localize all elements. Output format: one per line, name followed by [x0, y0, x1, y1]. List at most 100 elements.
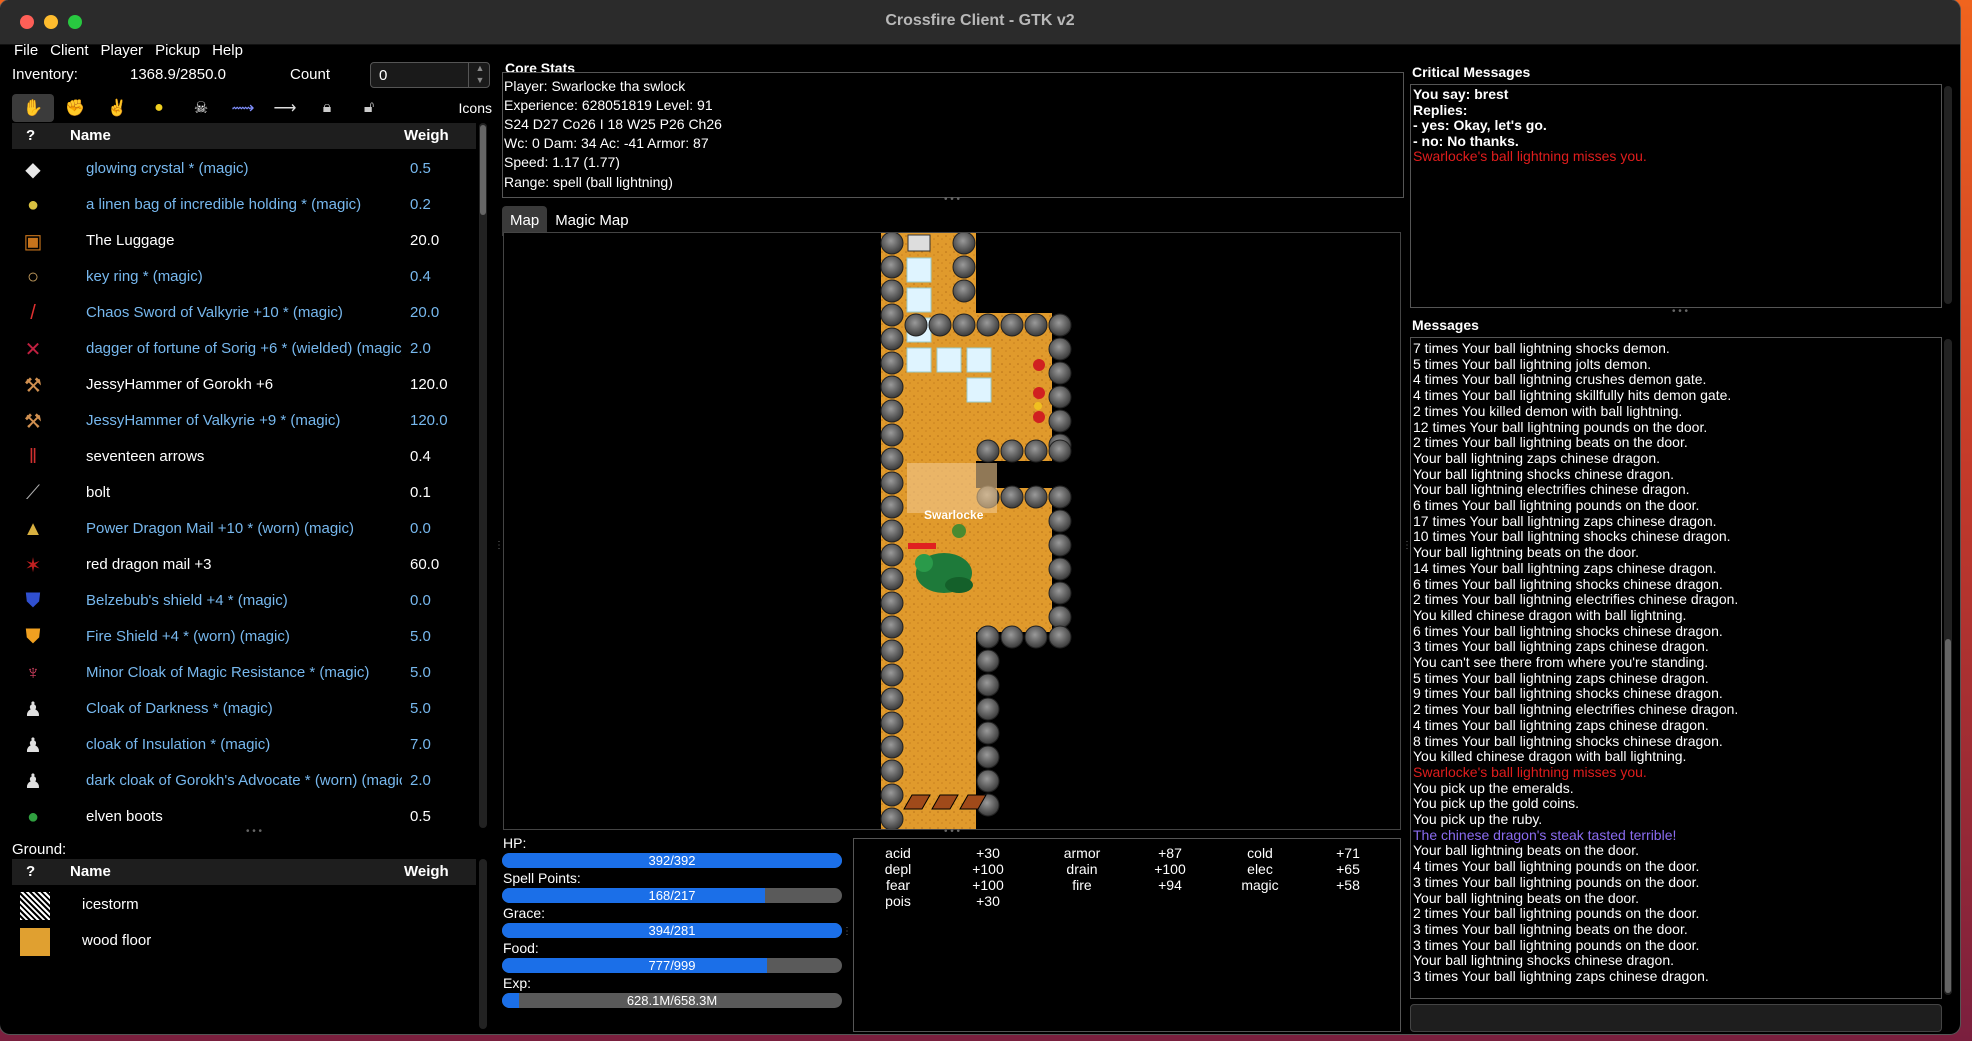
resistance-name: drain: [1066, 861, 1098, 877]
message-line: 2 times Your ball lightning electrifies …: [1413, 591, 1739, 608]
column-weight[interactable]: Weigh: [404, 123, 449, 149]
magical-icon[interactable]: ⟿: [222, 94, 264, 122]
resistance-value: +100: [1154, 861, 1186, 877]
icons-label: Icons: [458, 100, 492, 116]
ground-row[interactable]: wood floor: [12, 923, 476, 959]
column-name[interactable]: Name: [70, 123, 111, 149]
menu-player[interactable]: Player: [95, 40, 150, 62]
inventory-row[interactable]: ⟋ bolt 0.1: [12, 475, 476, 511]
stone-wall-tile: [880, 471, 904, 495]
inventory-item-name: JessyHammer of Valkyrie +9 * (magic): [86, 412, 341, 429]
arrows-icon: ‖: [28, 445, 38, 468]
player-label: Swarlocke: [924, 508, 984, 522]
inventory-row[interactable]: ♟ Cloak of Darkness * (magic) 5.0: [12, 691, 476, 727]
unapplied-icon[interactable]: ✌: [96, 94, 138, 122]
map-canvas[interactable]: Swarlocke: [504, 233, 1400, 829]
pane-grip[interactable]: • • •: [944, 194, 960, 205]
inventory-item-name: key ring * (magic): [86, 268, 203, 285]
messages-title: Messages: [1412, 317, 1479, 333]
inventory-item-weight: 20.0: [410, 232, 440, 249]
wood-floor-icon: [20, 928, 50, 956]
stone-wall-tile: [880, 495, 904, 519]
menu-bar: File Client Player Pickup Help: [8, 40, 249, 62]
inventory-row[interactable]: ♟ cloak of Insulation * (magic) 7.0: [12, 727, 476, 763]
inventory-row[interactable]: ✕ dagger of fortune of Sorig +6 * (wielde…: [12, 331, 476, 367]
stone-wall-tile: [1048, 533, 1072, 557]
all-items-icon[interactable]: ✋: [12, 94, 54, 122]
pane-grip[interactable]: • • •: [1672, 306, 1688, 317]
inventory-row[interactable]: ♆ Minor Cloak of Magic Resistance * (magi…: [12, 655, 476, 691]
inventory-item-weight: 0.5: [410, 808, 431, 825]
resistance-name: cold: [1247, 845, 1273, 861]
hammer-icon: ⚒: [24, 410, 42, 433]
stone-wall-tile: [880, 279, 904, 303]
inventory-list-header: ? Name Weigh: [12, 123, 476, 149]
food-value: 777/999: [648, 958, 696, 973]
inventory-row[interactable]: ● a linen bag of incredible holding * (ma…: [12, 187, 476, 223]
inventory-row[interactable]: ▣ The Luggage 20.0: [12, 223, 476, 259]
column-name[interactable]: Name: [70, 859, 111, 885]
message-line: 6 times Your ball lightning pounds on th…: [1413, 497, 1700, 513]
pane-grip[interactable]: • • •: [944, 826, 960, 837]
menu-file[interactable]: File: [8, 40, 44, 62]
inventory-scrollbar[interactable]: [479, 123, 487, 828]
cursed-icon[interactable]: ☠: [180, 94, 222, 122]
player-name: Player: Swarlocke tha swlock: [504, 78, 686, 94]
food-label: Food:: [503, 940, 539, 956]
stone-wall-tile: [1048, 625, 1072, 649]
inventory-row[interactable]: ▲ Power Dragon Mail +10 * (worn) (magic) 0…: [12, 511, 476, 547]
inventory-row[interactable]: ⛊ Belzebub's shield +4 * (magic) 0.0: [12, 583, 476, 619]
command-input[interactable]: [1410, 1004, 1942, 1032]
inventory-row[interactable]: / Chaos Sword of Valkyrie +10 * (magic) 20…: [12, 295, 476, 331]
menu-help[interactable]: Help: [206, 40, 249, 62]
unpaid-icon[interactable]: ●: [138, 94, 180, 122]
resistance-name: fear: [885, 877, 911, 893]
nonmagical-icon[interactable]: ⟶: [264, 94, 306, 122]
menu-client[interactable]: Client: [44, 40, 94, 62]
inventory-row[interactable]: ○ key ring * (magic) 0.4: [12, 259, 476, 295]
bolt-icon: ⟋: [26, 481, 40, 504]
menu-pickup[interactable]: Pickup: [149, 40, 206, 62]
unlocked-icon[interactable]: 🔓︎: [348, 94, 390, 122]
ground-scrollbar[interactable]: [479, 859, 487, 1029]
inventory-row[interactable]: ✶ red dragon mail +3 60.0: [12, 547, 476, 583]
column-weight[interactable]: Weigh: [404, 859, 449, 885]
inventory-row[interactable]: ⚒ JessyHammer of Valkyrie +9 * (magic) 120…: [12, 403, 476, 439]
inventory-item-name: glowing crystal * (magic): [86, 160, 249, 177]
game-map[interactable]: Swarlocke: [503, 232, 1401, 830]
locked-icon[interactable]: 🔒︎: [306, 94, 348, 122]
message-line: The chinese dragon's steak tasted terrib…: [1413, 826, 1677, 843]
messages-scrollbar[interactable]: [1944, 339, 1952, 995]
critical-scrollbar[interactable]: [1944, 86, 1952, 304]
inventory-row[interactable]: ● elven boots 0.5: [12, 799, 476, 828]
inventory-scroll-thumb[interactable]: [480, 125, 486, 215]
message-line: Your ball lightning shocks chinese drago…: [1413, 952, 1674, 969]
column-flag[interactable]: ?: [26, 859, 35, 885]
messages-scroll-thumb[interactable]: [1945, 639, 1951, 993]
stone-wall-tile: [904, 313, 928, 337]
inventory-row[interactable]: ◆ glowing crystal * (magic) 0.5: [12, 151, 476, 187]
pane-grip[interactable]: ⋮: [842, 926, 852, 937]
crystal-icon: ◆: [25, 158, 41, 181]
stone-wall-tile: [1048, 557, 1072, 581]
stone-wall-tile: [1048, 385, 1072, 409]
dragon-mail-icon: ✶: [24, 554, 42, 577]
inventory-item-name: dagger of fortune of Sorig +6 * (wielded…: [86, 340, 402, 357]
stone-wall-tile: [1048, 337, 1072, 361]
column-flag[interactable]: ?: [26, 123, 35, 149]
dagger-icon: ✕: [24, 338, 42, 361]
pane-grip[interactable]: ⋮: [494, 540, 504, 551]
inventory-row[interactable]: ⛊ Fire Shield +4 * (worn) (magic) 5.0: [12, 619, 476, 655]
stone-wall-tile: [880, 615, 904, 639]
message-line: You pick up the ruby.: [1413, 811, 1543, 827]
inventory-row[interactable]: ‖ seventeen arrows 0.4: [12, 439, 476, 475]
stone-wall-tile: [976, 769, 1000, 793]
applied-icon[interactable]: ✊: [54, 94, 96, 122]
ground-row[interactable]: icestorm: [12, 887, 476, 923]
inventory-row[interactable]: ♟ dark cloak of Gorokh's Advocate * (worn…: [12, 763, 476, 799]
pane-grip[interactable]: • • •: [246, 826, 262, 837]
count-stepper[interactable]: ▲ ▼: [468, 62, 491, 88]
app-window: Crossfire Client - GTK v2 File Client Pl…: [0, 0, 1960, 1034]
spell-points-bar: 168/217: [502, 888, 842, 903]
inventory-row[interactable]: ⚒ JessyHammer of Gorokh +6 120.0: [12, 367, 476, 403]
